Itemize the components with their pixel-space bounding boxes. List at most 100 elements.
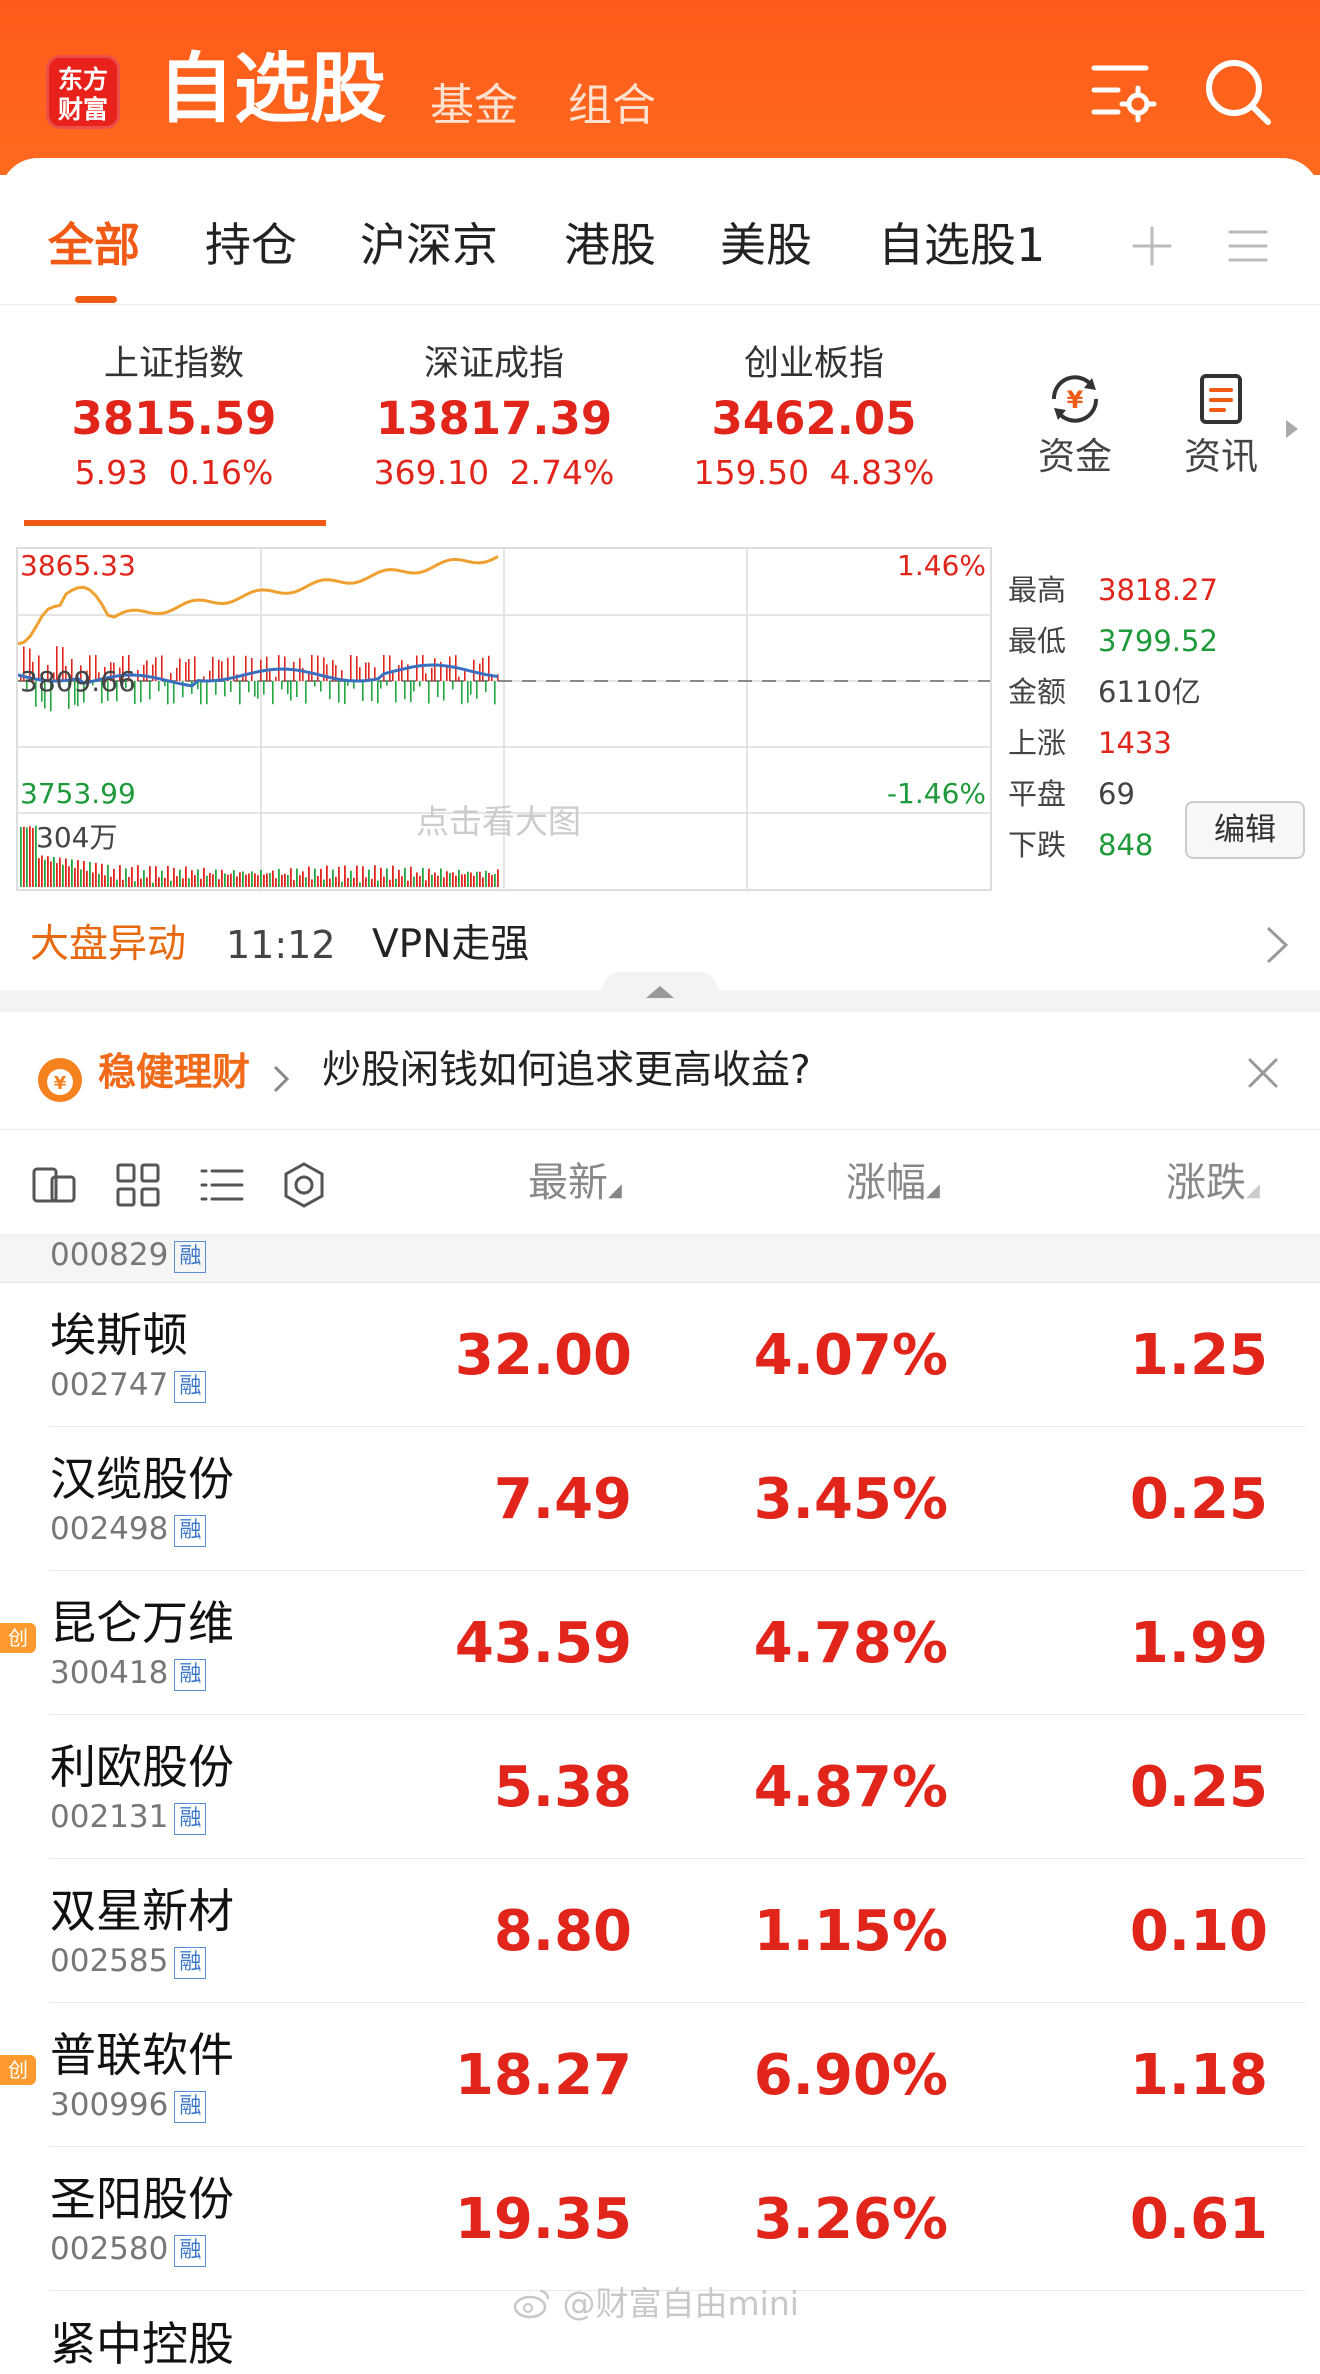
stock-change: 0.10 — [1129, 1899, 1268, 1964]
volume-bar — [287, 875, 289, 887]
list-item-partial[interactable]: 000829 融 — [0, 1235, 1320, 1283]
volume-bar — [44, 859, 46, 887]
flow-bar — [194, 656, 196, 681]
target-icon[interactable] — [280, 1161, 328, 1209]
volume-bar — [437, 875, 439, 887]
promo-banner[interactable]: ¥ 稳健理财 炒股闲钱如何追求更高收益? — [0, 1012, 1320, 1130]
volume-bar — [152, 882, 154, 887]
fund-flow-button[interactable]: ¥ 资金 — [1020, 370, 1130, 482]
flow-bar — [443, 681, 445, 701]
tab-menu-icon[interactable] — [1224, 222, 1272, 270]
chevron-right-icon — [273, 1065, 290, 1093]
volume-bar — [71, 859, 73, 887]
grid-view-icon[interactable] — [114, 1161, 162, 1209]
flow-bar — [320, 681, 322, 692]
volume-bar — [74, 867, 76, 887]
table-row[interactable]: 圣阳股份 002580 融 19.35 3.26% 0.61 — [0, 2147, 1320, 2291]
flow-bar — [305, 681, 307, 704]
stock-code: 002585 融 — [50, 1941, 207, 1981]
app-header: 东方 财富 自选股 基金 组合 — [0, 0, 1320, 175]
sort-latest[interactable]: 最新◢ — [528, 1157, 622, 1217]
volume-bar — [23, 826, 25, 887]
volume-bar — [404, 867, 406, 887]
flow-bar — [269, 671, 271, 681]
tab-custom-group[interactable]: 自选股1 — [878, 210, 1045, 280]
list-view-icon[interactable] — [198, 1161, 246, 1209]
volume-bar — [218, 879, 220, 887]
table-row[interactable]: 创昆仑万维 300418 融 43.59 4.78% 1.99 — [0, 1571, 1320, 1715]
page-title[interactable]: 自选股 — [158, 44, 386, 134]
margin-badge: 融 — [174, 1371, 207, 1403]
volume-bar — [431, 874, 433, 887]
edit-button[interactable]: 编辑 — [1185, 801, 1305, 859]
flow-bar — [164, 681, 166, 687]
tab-hk[interactable]: 港股 — [564, 210, 656, 280]
flow-bar — [488, 655, 490, 681]
index-shenzhen[interactable]: 深证成指 13817.39 369.10 2.74% — [344, 340, 644, 496]
banner-brand: 稳健理财 — [98, 1050, 251, 1094]
index-chinext[interactable]: 创业板指 3462.05 159.50 4.83% — [664, 340, 964, 496]
tab-hs-bj[interactable]: 沪深京 — [360, 210, 498, 280]
more-right-arrow-icon[interactable] — [1284, 418, 1300, 440]
flow-bar — [422, 655, 424, 681]
settings-list-icon[interactable] — [1082, 52, 1162, 132]
nav-portfolio[interactable]: 组合 — [568, 78, 656, 134]
flow-bar — [230, 681, 232, 692]
volume-bar — [395, 878, 397, 887]
table-row[interactable]: 汉缆股份 002498 融 7.49 3.45% 0.25 — [0, 1427, 1320, 1571]
nav-fund[interactable]: 基金 — [430, 78, 518, 134]
intraday-chart[interactable]: 3865.33 3809.66 3753.99 1.46% -1.46% 304… — [16, 547, 992, 891]
volume-bar — [164, 877, 166, 887]
volume-bar — [320, 868, 322, 887]
logo-text-bottom: 财富 — [57, 95, 108, 124]
sort-change[interactable]: 涨跌◢ — [1166, 1157, 1260, 1217]
flow-bar — [452, 681, 454, 690]
news-button[interactable]: 资讯 — [1166, 370, 1276, 482]
volume-bar — [26, 827, 28, 887]
collapse-handle[interactable] — [602, 972, 718, 1010]
volume-bar — [101, 863, 103, 887]
tab-all[interactable]: 全部 — [48, 210, 140, 280]
volume-bar — [197, 869, 199, 887]
volume-bar — [368, 869, 370, 887]
index-shanghai[interactable]: 上证指数 3815.59 5.93 0.16% — [24, 340, 324, 496]
close-icon[interactable] — [1246, 1056, 1280, 1090]
search-icon[interactable] — [1198, 52, 1278, 132]
tab-us[interactable]: 美股 — [720, 210, 812, 280]
volume-bar — [263, 874, 265, 887]
table-row[interactable]: 双星新材 002585 融 8.80 1.15% 0.10 — [0, 1859, 1320, 2003]
market-move-text: VPN走强 — [372, 922, 530, 967]
stock-change: 0.25 — [1129, 1467, 1268, 1532]
flow-bar — [410, 681, 412, 703]
index-change: 5.93 0.16% — [74, 453, 274, 492]
flow-bar — [146, 660, 148, 681]
table-row[interactable]: 埃斯顿 002747 融 32.00 4.07% 1.25 — [0, 1283, 1320, 1427]
add-group-icon[interactable] — [1128, 222, 1176, 270]
volume-bar — [425, 880, 427, 887]
flow-bar — [167, 681, 169, 705]
volume-bar — [440, 868, 442, 887]
stock-code: 002498 融 — [50, 1509, 207, 1549]
volume-bar — [209, 873, 211, 887]
stock-code: 000829 融 — [50, 1235, 207, 1275]
stock-price: 8.80 — [493, 1899, 632, 1964]
volume-bar — [50, 861, 52, 887]
volume-bar — [143, 870, 145, 887]
sort-pct[interactable]: 涨幅◢ — [846, 1157, 940, 1217]
volume-bar — [419, 875, 421, 887]
stock-name: 圣阳股份 — [50, 2172, 234, 2226]
volume-bar — [203, 867, 205, 887]
table-row[interactable]: 创普联软件 300996 融 18.27 6.90% 1.18 — [0, 2003, 1320, 2147]
volume-bar — [362, 866, 364, 887]
table-row[interactable]: 利欧股份 002131 融 5.38 4.87% 0.25 — [0, 1715, 1320, 1859]
chinext-badge: 创 — [0, 2055, 36, 2085]
volume-bar — [335, 876, 337, 887]
volume-bar — [371, 878, 373, 887]
flow-bar — [263, 681, 265, 695]
flow-bar — [314, 681, 316, 687]
volume-bar — [254, 873, 256, 887]
stock-name-partial[interactable]: 紧中控股 — [50, 2314, 234, 2374]
tab-holdings[interactable]: 持仓 — [205, 210, 297, 280]
split-view-icon[interactable] — [30, 1161, 78, 1209]
volume-bar — [464, 874, 466, 887]
